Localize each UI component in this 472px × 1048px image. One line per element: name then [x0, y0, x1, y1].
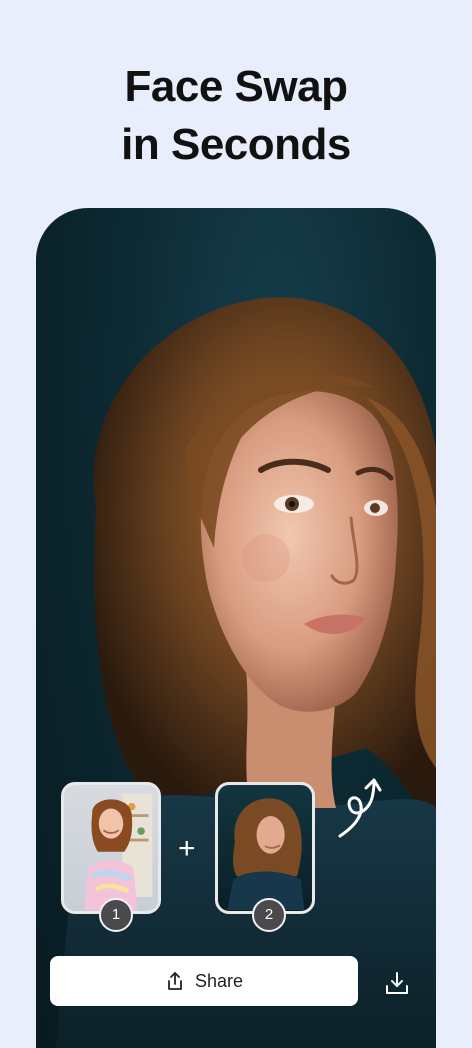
share-label: Share: [194, 970, 244, 991]
download-icon: [386, 972, 408, 994]
plus-icon: +: [178, 832, 196, 865]
headline-line-2: in Seconds: [121, 120, 351, 169]
source-photo-1[interactable]: [61, 782, 161, 914]
source-photo-2[interactable]: [215, 782, 315, 914]
download-button[interactable]: [380, 966, 414, 1000]
source-photo-1-badge: 1: [99, 898, 133, 932]
headline-line-1: Face Swap: [124, 62, 348, 111]
portrait-photo: [56, 297, 436, 1048]
person-photo-icon: [227, 798, 305, 911]
share-icon: [168, 972, 182, 990]
result-preview: 1 + 2 Share: [36, 208, 436, 1048]
source-photo-2-badge: 2: [252, 898, 286, 932]
share-button[interactable]: Share: [50, 956, 358, 1006]
page-title: Face Swap in Seconds: [0, 58, 472, 174]
swap-arrow-icon: [338, 778, 382, 838]
person-photo-icon: [84, 793, 153, 911]
